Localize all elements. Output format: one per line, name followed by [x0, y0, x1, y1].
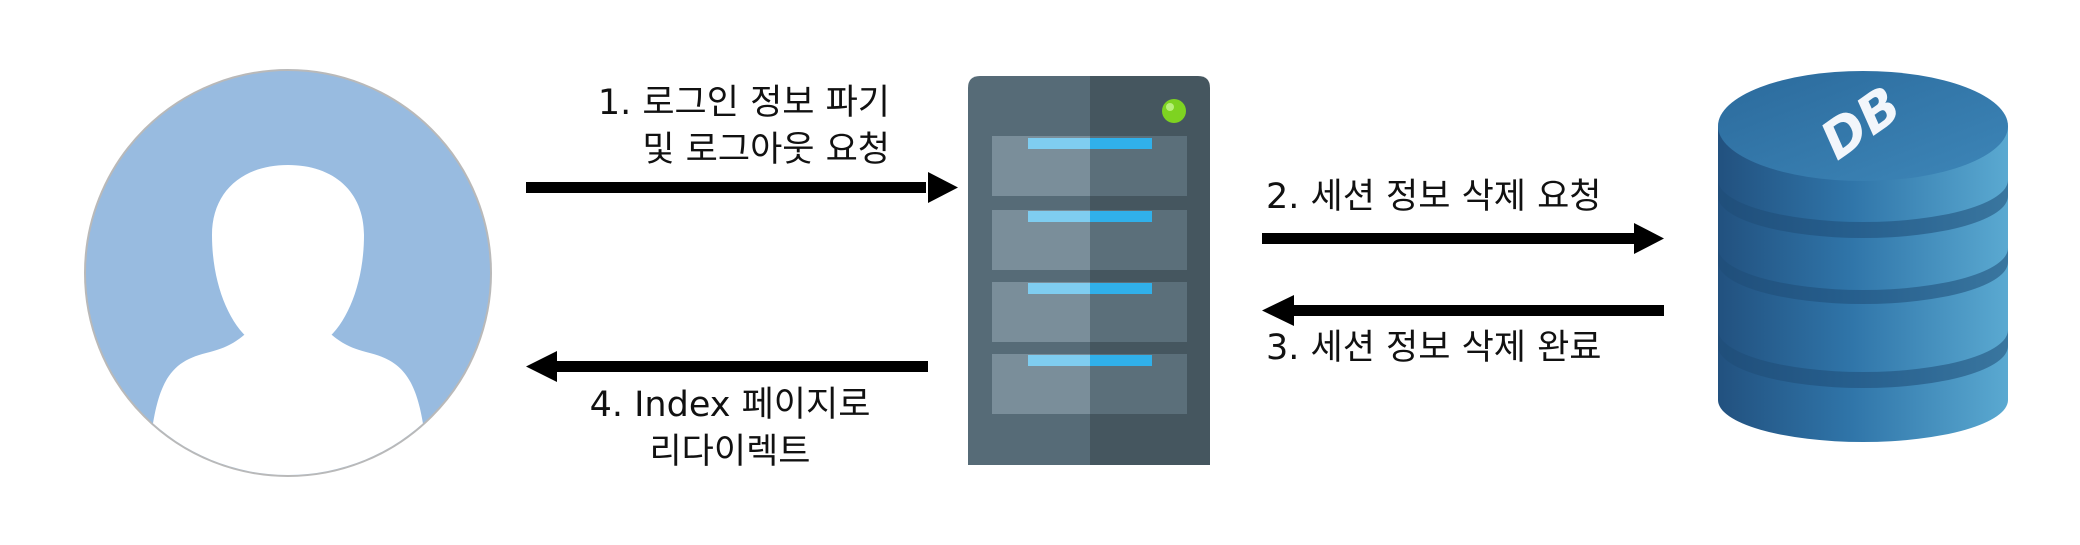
- step3-text: 3. 세션 정보 삭제 완료: [1266, 328, 1602, 368]
- arrow-step1: [526, 172, 958, 203]
- arrow-step3: [1262, 295, 1664, 326]
- step1-line1: 1. 로그인 정보 파기: [597, 83, 890, 123]
- user-avatar-icon: [84, 69, 492, 477]
- step4-label: 4. Index 페이지로 리다이렉트: [550, 382, 910, 476]
- arrow-step4: [526, 351, 928, 382]
- step1-line2: 및 로그아웃 요청: [642, 130, 890, 170]
- step3-label: 3. 세션 정보 삭제 완료: [1266, 325, 1602, 372]
- arrow-step2: [1262, 223, 1664, 254]
- server-icon: [968, 76, 1210, 465]
- diagram-canvas: DB: [84, 69, 2008, 477]
- step2-text: 2. 세션 정보 삭제 요청: [1266, 177, 1602, 217]
- step4-line1: 4. Index 페이지로: [589, 385, 871, 425]
- step2-label: 2. 세션 정보 삭제 요청: [1266, 174, 1602, 221]
- step1-label: 1. 로그인 정보 파기 및 로그아웃 요청: [550, 80, 890, 174]
- step4-line2: 리다이렉트: [649, 432, 811, 472]
- sequence-diagram: DB 1. 로그인 정보 파기 및 로그아웃 요청 2. 세션 정보 삭제 요청…: [0, 0, 2080, 545]
